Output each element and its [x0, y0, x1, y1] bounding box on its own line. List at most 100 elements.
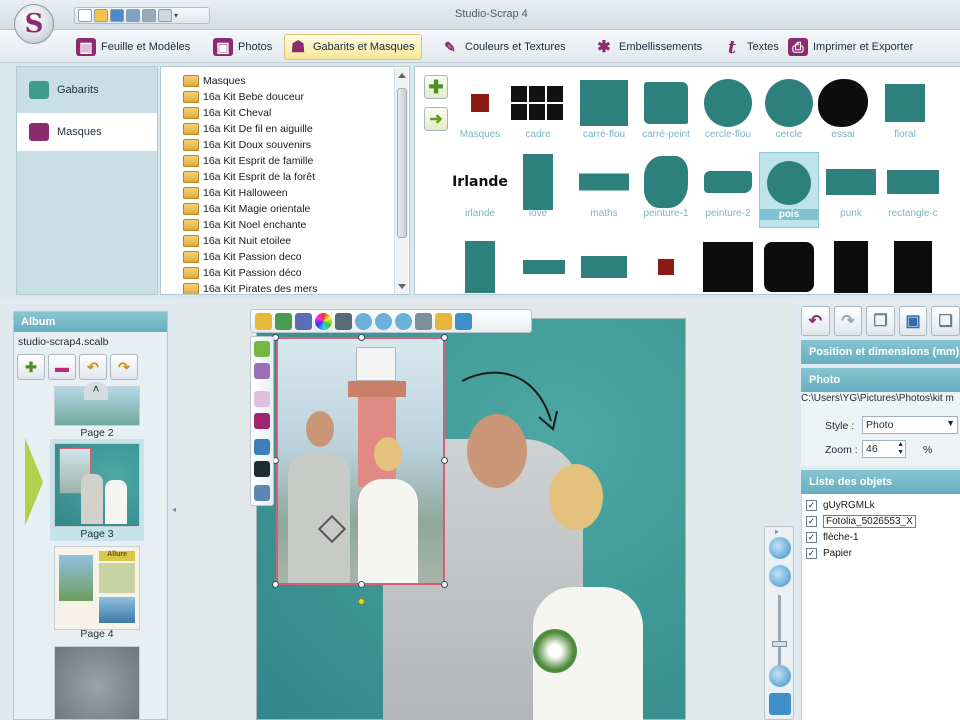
photo-header[interactable]: Photo [801, 368, 960, 392]
copy-button[interactable]: ❐ [866, 306, 895, 336]
save-as-icon[interactable] [126, 9, 140, 22]
color-wheel-icon[interactable] [315, 312, 332, 330]
object-checkbox[interactable]: ✓ [806, 516, 817, 527]
mask-thumb-carre-flou[interactable]: carré-flou [574, 73, 634, 149]
scroll-up-chevron-icon[interactable]: ˄ [84, 382, 108, 400]
add-mask-button[interactable]: ✚ [424, 75, 448, 99]
mask-thumb-love[interactable]: love [508, 152, 568, 228]
tree-item[interactable]: 16a Kit De fil en aiguille [183, 121, 313, 137]
delete-page-button[interactable]: ▬ [48, 354, 76, 380]
new-file-icon[interactable] [78, 9, 92, 22]
object-row[interactable]: ✓ gUyRGMLk [806, 498, 875, 513]
mask-thumb[interactable] [698, 233, 758, 294]
paste-button[interactable]: ❏ [931, 306, 960, 336]
object-name-edit[interactable]: Fotolia_5026553_X [823, 515, 916, 528]
magic-wand-icon[interactable] [435, 312, 452, 330]
mask-thumb-essai[interactable]: essai [813, 73, 873, 149]
tab-imprimer-et-exporter[interactable]: ⎙ Imprimer et Exporter [788, 34, 913, 60]
recycle-icon[interactable] [275, 312, 292, 330]
mask-thumb-irlande[interactable]: Irlande irlande [450, 152, 510, 228]
scrollbar-thumb[interactable] [397, 88, 407, 238]
resize-handle[interactable] [441, 334, 448, 341]
app-logo[interactable]: S [14, 4, 54, 44]
mask-thumb-rectangle-c[interactable]: rectangle-c [883, 152, 943, 228]
tree-item[interactable]: 16a Kit Noel enchante [183, 217, 306, 233]
tree-item[interactable]: 16a Kit Halloween [183, 185, 288, 201]
nav-gabarits[interactable]: Gabarits [17, 71, 157, 109]
picture-icon[interactable] [254, 485, 270, 501]
tree-item[interactable]: 16a Kit Nuit etoilee [183, 233, 291, 249]
tab-feuille-et-modeles[interactable]: ▥ Feuille et Modèles [76, 34, 190, 60]
tree-item[interactable]: 16a Kit Pirates des mers [183, 281, 317, 294]
add-page-button[interactable]: ✚ [17, 354, 45, 380]
position-dimensions-header[interactable]: Position et dimensions (mm) [801, 340, 960, 364]
mask-thumb-floral[interactable]: floral [875, 73, 935, 149]
objects-list-header[interactable]: Liste des objets [801, 470, 960, 494]
tree-item[interactable]: 16a Kit Passion deco [183, 249, 302, 265]
mask-thumb-cercle-flou[interactable]: cercle-flou [698, 73, 758, 149]
tree-item[interactable]: 16a Kit Passion déco [183, 265, 302, 281]
scroll-up-icon[interactable] [398, 73, 406, 78]
mask-thumb[interactable] [883, 233, 943, 294]
mask-thumb[interactable] [514, 233, 574, 294]
mask-thumb[interactable] [759, 233, 819, 294]
fit-page-icon[interactable] [769, 693, 791, 715]
resize-handle[interactable] [441, 581, 448, 588]
move-page-down-button[interactable]: ↷ [110, 354, 138, 380]
image-frame-icon[interactable] [254, 439, 270, 455]
mask-thumb-masques[interactable]: Masques [450, 73, 510, 149]
resize-handle[interactable] [358, 581, 365, 588]
zoom-input[interactable]: 46 ▲ ▼ [862, 440, 906, 458]
save-page-button[interactable]: ▣ [898, 306, 928, 336]
page-thumb-5[interactable] [54, 646, 140, 719]
mask-thumb-maths[interactable]: maths [574, 152, 634, 228]
resize-handle[interactable] [441, 457, 448, 464]
tree-item[interactable]: 16a Kit Esprit de la forêt [183, 169, 315, 185]
mask-thumb-pois[interactable]: pois [759, 152, 819, 228]
tab-couleurs-et-textures[interactable]: ✎ Couleurs et Textures [440, 34, 566, 60]
tab-textes[interactable]: t Textes [722, 34, 779, 60]
zoom-out-icon[interactable] [769, 565, 791, 587]
flag-icon[interactable] [254, 413, 270, 429]
tree-item[interactable]: 16a Kit Esprit de famille [183, 153, 313, 169]
mask-thumb-cadre[interactable]: cadre [508, 73, 568, 149]
save-icon[interactable] [110, 9, 124, 22]
tree-item[interactable]: 16a Kit Magie orientale [183, 201, 310, 217]
redo-button[interactable]: ↷ [833, 306, 863, 336]
crop-icon[interactable] [415, 312, 432, 330]
mask-thumb-punk[interactable]: punk [821, 152, 881, 228]
mask-thumb[interactable] [450, 233, 510, 294]
quick-access-dropdown-icon[interactable]: ▾ [174, 11, 184, 20]
zoom-slider-track[interactable] [778, 595, 781, 667]
zoom-fit-icon[interactable] [395, 312, 412, 330]
image-icon[interactable] [158, 9, 172, 22]
tab-embellissements[interactable]: ✱ Embellissements [594, 34, 702, 60]
mask-thumb-cercle[interactable]: cercle [759, 73, 819, 149]
mask-thumb[interactable] [636, 233, 696, 294]
open-folder-icon[interactable] [94, 9, 108, 22]
mask-thumb[interactable] [821, 233, 881, 294]
import-mask-button[interactable]: ➜ [424, 107, 448, 131]
undo-button[interactable]: ↶ [801, 306, 830, 336]
nav-masques[interactable]: Masques [17, 113, 157, 151]
zoom-reset-icon[interactable] [769, 665, 791, 687]
move-page-up-button[interactable]: ↶ [79, 354, 107, 380]
object-checkbox[interactable]: ✓ [806, 548, 817, 559]
mask-thumb-carre-peint[interactable]: carré-peint [636, 73, 696, 149]
spinner-icon[interactable]: ▲ ▼ [897, 441, 904, 457]
object-row[interactable]: ✓ flèche-1 [806, 530, 859, 545]
layer-up-icon[interactable] [254, 341, 270, 357]
tree-item[interactable]: 16a Kit Bebe douceur [183, 89, 304, 105]
mask-thumb-peinture-2[interactable]: peinture-2 [698, 152, 758, 228]
object-row[interactable]: ✓ Papier [806, 546, 852, 561]
mask-thumb[interactable] [574, 233, 634, 294]
heart-shape-icon[interactable] [254, 391, 270, 407]
tree-item[interactable]: 16a Kit Cheval [183, 105, 271, 121]
bucket-icon[interactable] [455, 312, 472, 330]
tree-item[interactable]: Masques [183, 73, 246, 89]
silhouette-icon[interactable] [254, 461, 270, 477]
object-row[interactable]: ✓ Fotolia_5026553_X [806, 514, 916, 529]
object-checkbox[interactable]: ✓ [806, 500, 817, 511]
page-thumb-4[interactable]: Allure [54, 546, 140, 630]
print-icon[interactable] [142, 9, 156, 22]
